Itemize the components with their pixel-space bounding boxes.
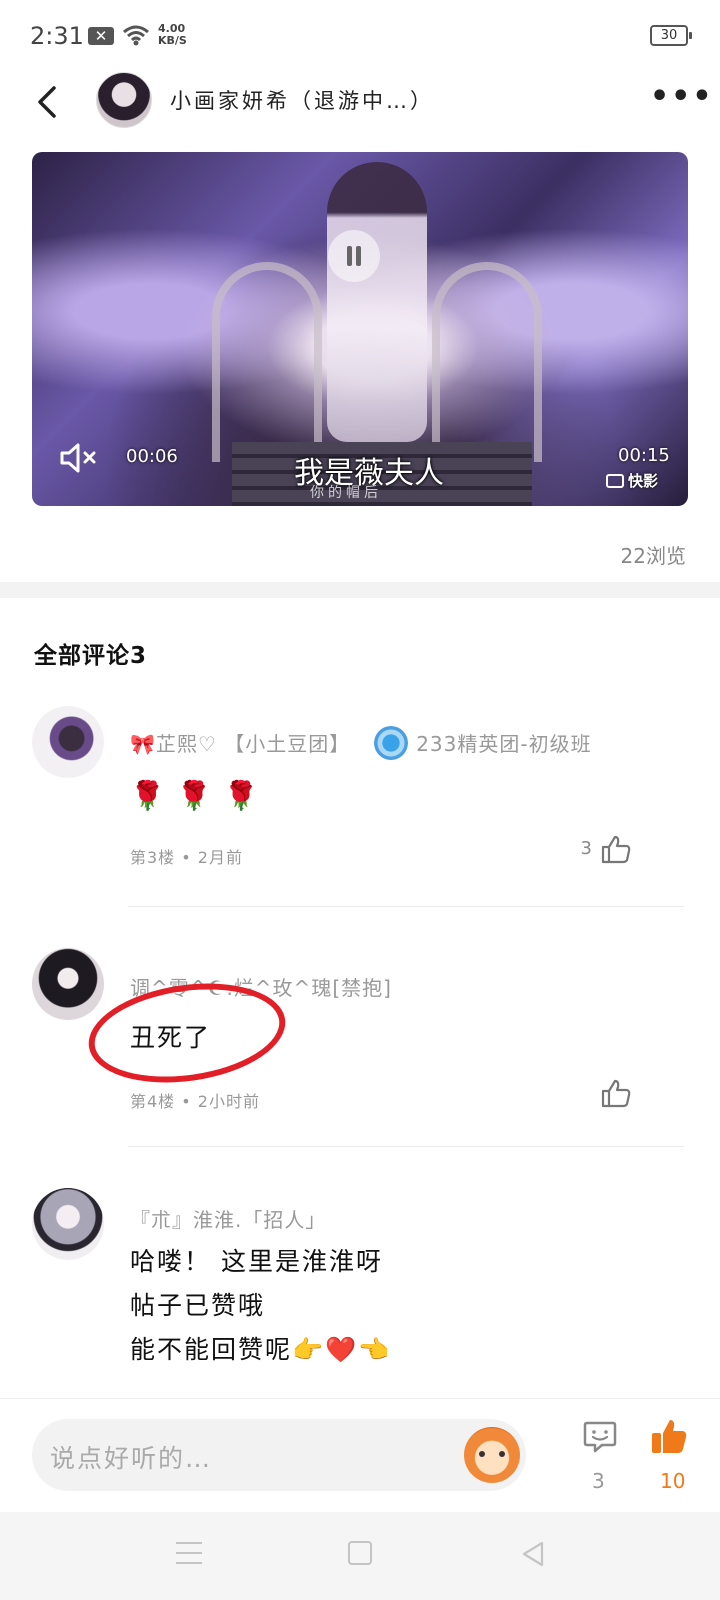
like-count: 10 xyxy=(660,1469,686,1493)
current-time: 00:06 xyxy=(126,446,178,467)
bow-icon: 🎀 xyxy=(130,732,156,756)
emoji-icon[interactable] xyxy=(464,1427,520,1483)
rose-icon: 🌹 xyxy=(176,779,214,812)
pause-button[interactable] xyxy=(328,230,380,282)
section-divider xyxy=(0,582,720,598)
comment-count: 3 xyxy=(592,1469,605,1493)
rose-icon: 🌹 xyxy=(223,779,261,812)
video-camera-icon xyxy=(606,474,624,488)
commenter-avatar[interactable] xyxy=(32,706,104,778)
thumbs-up-icon[interactable] xyxy=(600,1078,632,1108)
comment-input[interactable]: 说点好听的… xyxy=(32,1419,526,1491)
author-avatar[interactable] xyxy=(96,72,152,128)
post-header: 小画家妍希（退游中…） ••• xyxy=(0,72,720,132)
comment-body: 🌹 🌹 🌹 xyxy=(130,774,271,819)
rose-icon: 🌹 xyxy=(130,779,167,812)
comment-item: 🎀芷熙♡ 【小土豆团】 233精英团-初级班 🌹 🌹 🌹 第3楼 • 2月前 3 xyxy=(0,706,720,906)
commenter-avatar[interactable] xyxy=(32,1188,104,1260)
brand-label: 快影 xyxy=(628,472,659,490)
comment-meta: 第4楼 • 2小时前 xyxy=(130,1092,260,1111)
nav-back-icon[interactable] xyxy=(520,1540,546,1568)
comment-icon[interactable] xyxy=(582,1419,618,1455)
status-time: 2:31 xyxy=(30,22,84,50)
group-badge-label: 233精英团-初级班 xyxy=(416,732,592,756)
back-button[interactable] xyxy=(30,78,70,126)
menu-icon[interactable] xyxy=(176,1542,202,1566)
network-speed: 4.00 KB/S xyxy=(158,23,187,47)
video-player[interactable]: 00:06 我是薇夫人 你的帽后 00:15 快影 xyxy=(32,152,688,506)
comment-input-placeholder: 说点好听的… xyxy=(50,1444,213,1473)
status-bar: 2:31 ✕ 4.00 KB/S 30 xyxy=(0,0,720,72)
video-frame-figure xyxy=(327,162,427,442)
comment-body-line: 帖子已赞哦 xyxy=(130,1291,266,1320)
comment-item: 『朮』淮淮.「招人」 哈喽！ 这里是淮淮呀 帖子已赞哦 能不能回赞呢👉❤️👈 xyxy=(0,1188,720,1398)
comment-like-count: 3 xyxy=(580,838,592,859)
comment-separator xyxy=(128,906,684,907)
system-nav-bar xyxy=(0,1512,720,1600)
video-frame-decor xyxy=(212,262,322,462)
commenter-name[interactable]: 『朮』淮淮.「招人」 xyxy=(130,1204,326,1233)
mute-icon[interactable] xyxy=(58,440,98,476)
comments-title: 全部评论3 xyxy=(34,643,148,669)
watermark-brand: 快影 xyxy=(606,470,658,491)
wifi-icon xyxy=(123,25,149,46)
network-speed-unit: KB/S xyxy=(158,34,187,47)
battery-icon: 30 xyxy=(650,25,692,46)
author-name[interactable]: 小画家妍希（退游中…） xyxy=(170,85,434,115)
video-duration: 00:15 xyxy=(618,445,670,466)
group-badge-icon xyxy=(374,726,409,760)
video-frame-decor xyxy=(432,262,542,462)
view-count: 22浏览 xyxy=(620,544,686,568)
like-icon[interactable] xyxy=(650,1417,688,1455)
thumbs-up-icon[interactable] xyxy=(600,834,632,864)
comment-input-bar: 说点好听的… 3 10 xyxy=(0,1398,720,1512)
home-icon[interactable] xyxy=(348,1541,372,1565)
comment-body-line: 哈喽！ 这里是淮淮呀 xyxy=(130,1247,383,1276)
commenter-avatar[interactable] xyxy=(32,948,104,1020)
close-box-icon: ✕ xyxy=(88,27,114,45)
more-options-button[interactable]: ••• xyxy=(650,82,712,114)
comment-meta: 第3楼 • 2月前 xyxy=(130,848,243,867)
video-subtitle-secondary: 你的帽后 xyxy=(310,485,382,501)
comment-separator xyxy=(128,1146,684,1147)
commenter-name[interactable]: 🎀芷熙♡ 【小土豆团】 233精英团-初级班 xyxy=(130,726,592,760)
comment-body-line: 能不能回赞呢👉❤️👈 xyxy=(130,1335,392,1364)
commenter-name-text: 芷熙♡ 【小土豆团】 xyxy=(155,732,351,756)
